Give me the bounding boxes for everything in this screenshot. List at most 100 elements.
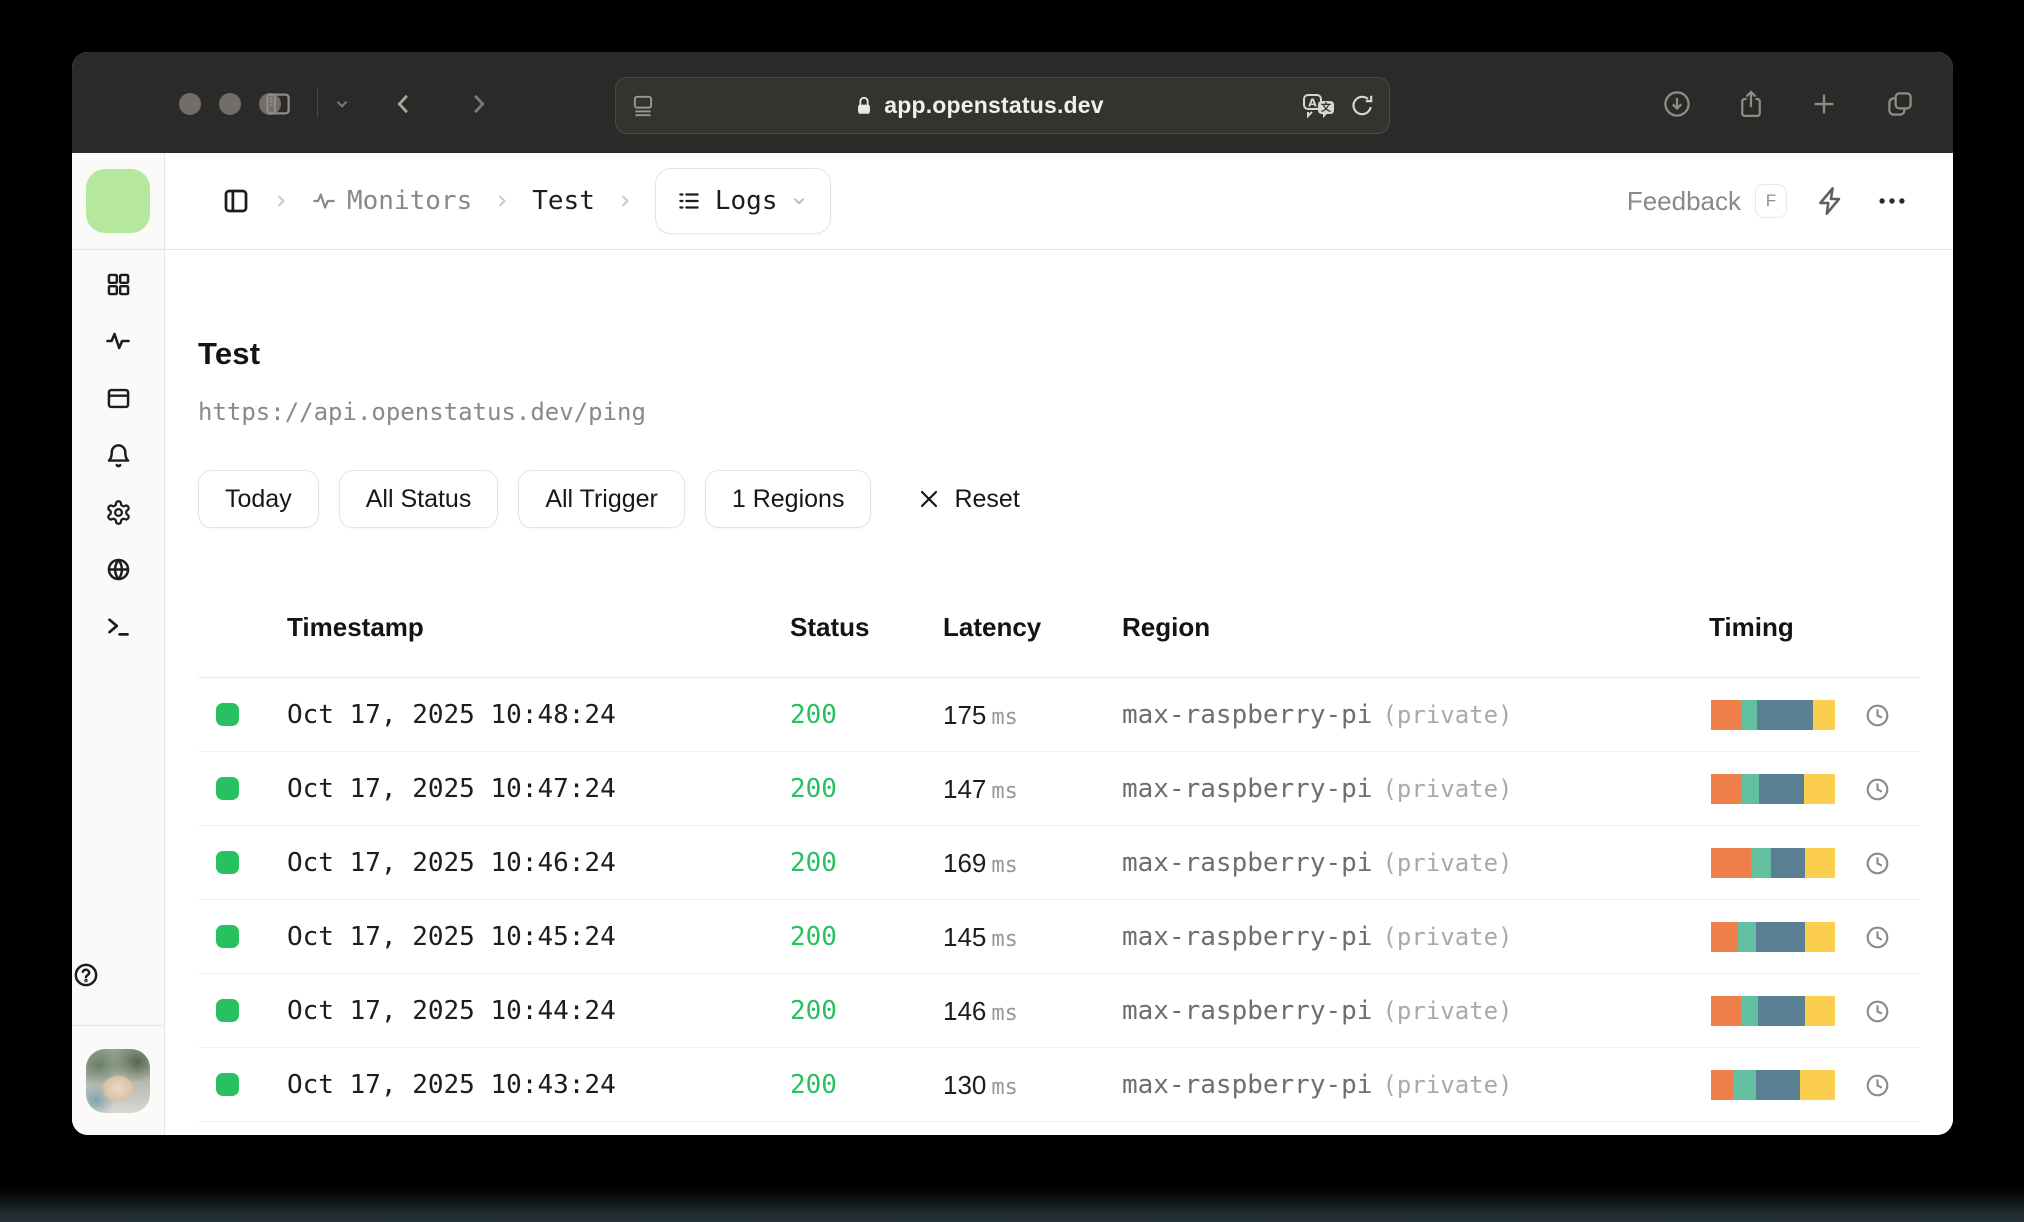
column-timestamp[interactable]: Timestamp <box>287 612 424 643</box>
translate-icon[interactable]: A 文 <box>1301 92 1337 120</box>
url-domain[interactable]: app.openstatus.dev <box>884 92 1104 119</box>
filter-bar: Today All Status All Trigger 1 Regions R… <box>198 470 1920 528</box>
row-region: max-raspberry-pi (private) <box>1122 848 1513 878</box>
clock-icon[interactable] <box>1864 1072 1891 1104</box>
timing-segment-dns <box>1711 922 1739 952</box>
sidebar-item-notifications[interactable] <box>104 441 132 469</box>
reset-filters-button[interactable]: Reset <box>917 485 1020 514</box>
timing-bar <box>1711 922 1835 952</box>
timing-segment-connect <box>1742 700 1757 730</box>
row-latency: 175 ms <box>943 700 1018 730</box>
status-dot-icon <box>216 925 239 948</box>
table-row[interactable]: Oct 17, 2025 10:45:24 200 145 ms max-rasp… <box>198 900 1920 974</box>
reload-icon[interactable] <box>1349 93 1375 119</box>
clock-icon[interactable] <box>1864 702 1891 734</box>
tab-group-chevron-icon[interactable] <box>324 86 360 122</box>
breadcrumb-test[interactable]: Test <box>532 186 595 216</box>
column-latency[interactable]: Latency <box>943 612 1041 643</box>
x-icon <box>921 490 938 508</box>
svg-text:文: 文 <box>1321 101 1332 114</box>
filter-status[interactable]: All Status <box>338 470 499 528</box>
feedback-button[interactable]: Feedback F <box>1627 184 1787 218</box>
timing-bar <box>1711 848 1835 878</box>
row-region: max-raspberry-pi (private) <box>1122 700 1513 730</box>
timing-segment-dns <box>1711 700 1742 730</box>
timing-segment-connect <box>1733 1070 1756 1100</box>
sidebar-item-monitors[interactable] <box>104 327 132 355</box>
table-row[interactable]: Oct 17, 2025 10:48:24 200 175 ms max-rasp… <box>198 678 1920 752</box>
chevron-right-icon <box>615 191 635 211</box>
timing-segment-connect <box>1742 774 1760 804</box>
traffic-light-minimize[interactable] <box>219 93 241 115</box>
downloads-icon[interactable] <box>1659 86 1695 122</box>
table-row[interactable]: Oct 17, 2025 10:46:24 200 169 ms max-rasp… <box>198 826 1920 900</box>
status-dot-icon <box>216 703 239 726</box>
logs-label: Logs <box>714 186 778 216</box>
forward-icon[interactable] <box>460 86 496 122</box>
timing-bar <box>1711 996 1835 1026</box>
timing-bar <box>1711 774 1835 804</box>
sidebar-item-settings[interactable] <box>104 498 132 526</box>
share-icon[interactable] <box>1733 86 1769 122</box>
timing-segment-ttfb <box>1770 848 1806 878</box>
command-menu-icon[interactable] <box>1815 185 1847 217</box>
monitors-icon <box>313 193 335 209</box>
timing-segment-ttfb <box>1759 774 1804 804</box>
timing-segment-ttfb <box>1755 1070 1801 1100</box>
sidebar-item-status-pages[interactable] <box>104 384 132 412</box>
help-icon[interactable] <box>72 961 100 989</box>
row-latency: 147 ms <box>943 774 1018 804</box>
column-timing[interactable]: Timing <box>1709 612 1794 643</box>
url-bar[interactable]: app.openstatus.dev A 文 <box>615 77 1390 134</box>
traffic-light-close[interactable] <box>179 93 201 115</box>
table-row[interactable]: Oct 17, 2025 10:43:24 200 130 ms max-rasp… <box>198 1048 1920 1122</box>
tab-overview-icon[interactable] <box>1882 86 1918 122</box>
row-status: 200 <box>790 1070 837 1100</box>
timing-segment-connect <box>1738 922 1756 952</box>
new-tab-icon[interactable] <box>1806 86 1842 122</box>
lock-icon <box>853 95 875 117</box>
column-region[interactable]: Region <box>1122 612 1210 643</box>
timing-segment-dns <box>1711 848 1751 878</box>
sidebar-item-regions[interactable] <box>104 555 132 583</box>
filter-regions[interactable]: 1 Regions <box>704 470 872 528</box>
row-timestamp: Oct 17, 2025 10:45:24 <box>287 922 616 952</box>
user-avatar[interactable] <box>86 1049 150 1113</box>
column-status[interactable]: Status <box>790 612 869 643</box>
row-region: max-raspberry-pi (private) <box>1122 996 1513 1026</box>
timing-segment-dns <box>1711 996 1741 1026</box>
sidebar-divider <box>72 1025 164 1026</box>
app-sidebar <box>72 153 165 1135</box>
chevron-down-icon <box>794 198 805 205</box>
back-icon[interactable] <box>386 86 422 122</box>
filter-date[interactable]: Today <box>198 470 319 528</box>
timing-segment-transfer <box>1805 996 1835 1026</box>
app-sidebar-toggle-icon[interactable] <box>221 186 251 216</box>
filter-trigger[interactable]: All Trigger <box>518 470 685 528</box>
table-row[interactable]: Oct 17, 2025 10:47:24 200 147 ms max-rasp… <box>198 752 1920 826</box>
more-options-icon[interactable] <box>1875 184 1909 218</box>
logs-view-dropdown[interactable]: Logs <box>654 168 832 234</box>
status-dot-icon <box>216 1073 239 1096</box>
row-latency: 146 ms <box>943 996 1018 1026</box>
table-body: Oct 17, 2025 10:48:24 200 175 ms max-rasp… <box>198 678 1920 1122</box>
list-icon <box>679 193 699 209</box>
clock-icon[interactable] <box>1864 998 1891 1030</box>
timing-segment-transfer <box>1800 1070 1835 1100</box>
clock-icon[interactable] <box>1864 850 1891 882</box>
workspace-logo[interactable] <box>86 169 150 233</box>
sidebar-item-terminal[interactable] <box>104 612 132 640</box>
clock-icon[interactable] <box>1864 776 1891 808</box>
page-title: Test <box>198 336 261 371</box>
clock-icon[interactable] <box>1864 924 1891 956</box>
reader-icon[interactable] <box>630 93 656 119</box>
row-status: 200 <box>790 922 837 952</box>
row-timestamp: Oct 17, 2025 10:44:24 <box>287 996 616 1026</box>
breadcrumb-monitors[interactable]: Monitors <box>311 186 472 216</box>
sidebar-toggle-icon[interactable] <box>260 86 296 122</box>
table-row[interactable]: Oct 17, 2025 10:44:24 200 146 ms max-rasp… <box>198 974 1920 1048</box>
timing-segment-dns <box>1711 1070 1734 1100</box>
timing-bar <box>1711 700 1835 730</box>
sidebar-item-dashboard[interactable] <box>104 270 132 298</box>
row-timestamp: Oct 17, 2025 10:43:24 <box>287 1070 616 1100</box>
